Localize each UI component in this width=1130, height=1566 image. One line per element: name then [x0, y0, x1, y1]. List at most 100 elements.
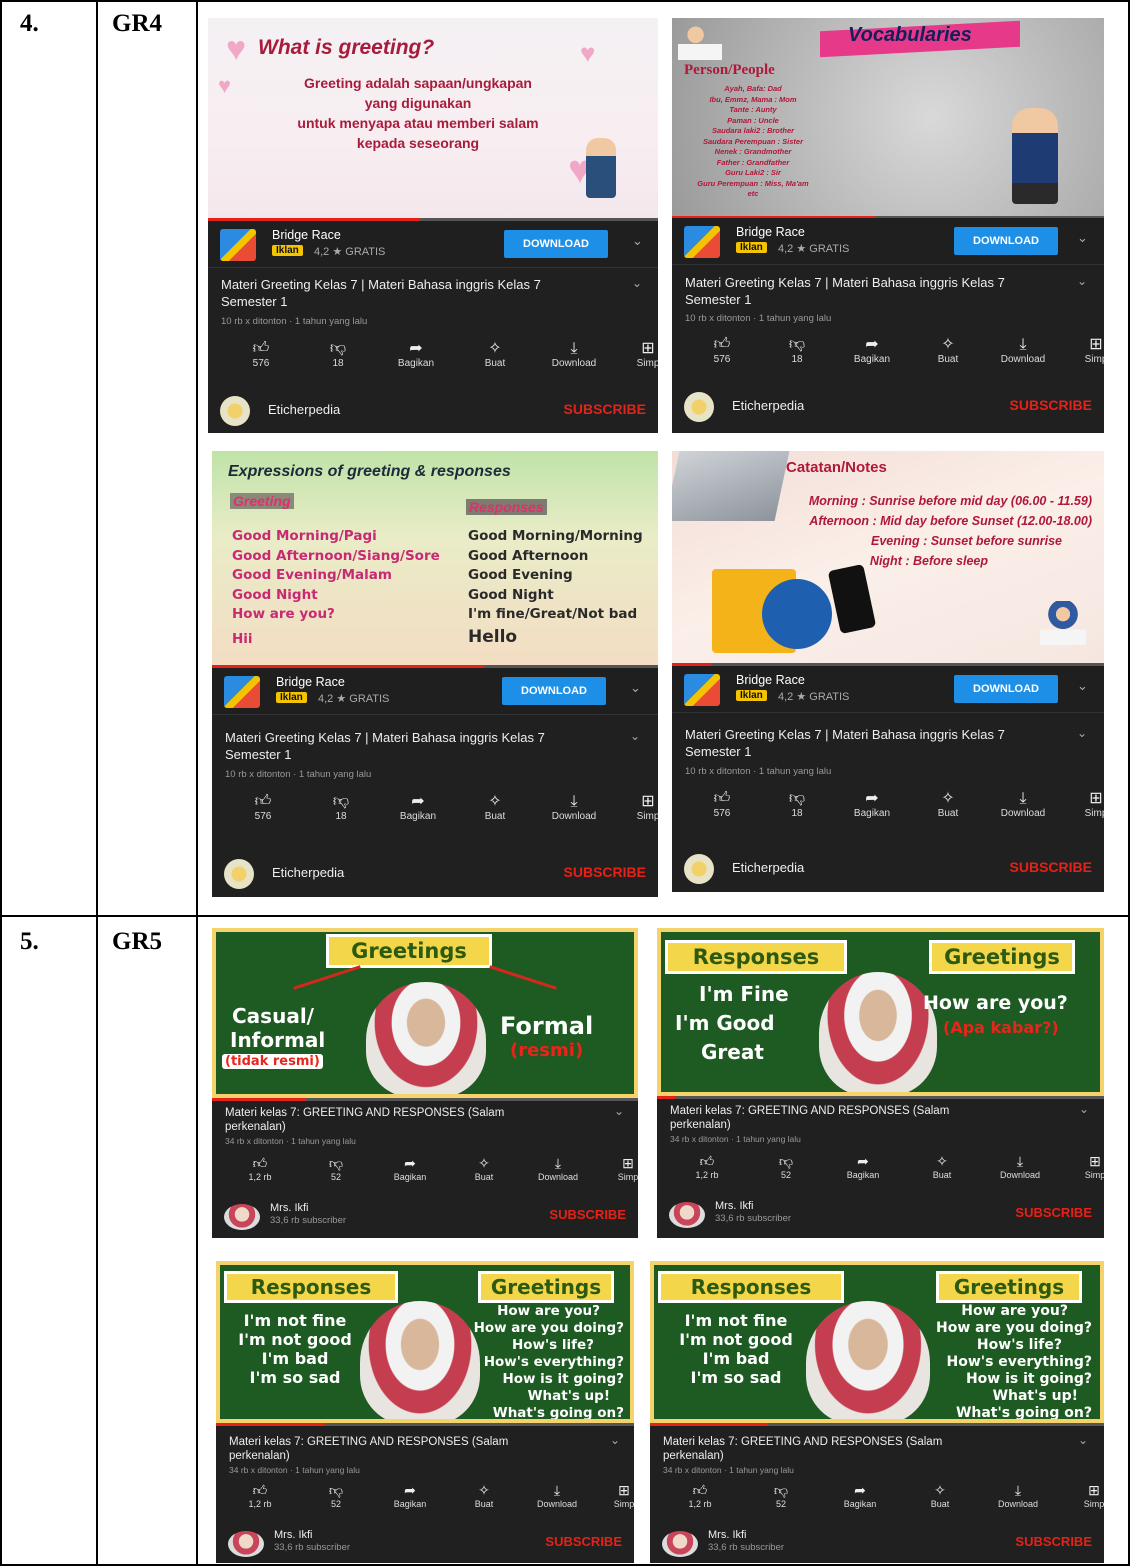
progress-bar[interactable] — [657, 1096, 1104, 1099]
download-app-button[interactable]: DOWNLOAD — [954, 227, 1058, 255]
avatar[interactable] — [684, 854, 714, 884]
channel-row[interactable]: Eticherpedia SUBSCRIBE — [208, 390, 658, 430]
channel-row[interactable]: Mrs. Ikfi 33,6 rb subscriber SUBSCRIBE — [657, 1194, 1104, 1234]
progress-bar[interactable] — [216, 1423, 634, 1426]
download-button[interactable]: ⤓ Download — [993, 336, 1053, 365]
ad-row[interactable]: Bridge Race Iklan 4,2 ★ GRATIS DOWNLOAD … — [212, 668, 658, 715]
chevron-down-icon[interactable]: ⌄ — [1077, 230, 1088, 246]
share-button[interactable]: ➦ Bagikan — [380, 1154, 440, 1182]
chevron-down-icon[interactable]: ⌄ — [1077, 274, 1087, 288]
create-button[interactable]: ✧ Buat — [465, 793, 525, 822]
download-app-button[interactable]: DOWNLOAD — [502, 677, 606, 705]
channel-row[interactable]: Mrs. Ikfi 33,6 rb subscriber SUBSCRIBE — [212, 1196, 638, 1236]
channel-name[interactable]: Mrs. Ikfi — [274, 1529, 313, 1541]
channel-name[interactable]: Eticherpedia — [732, 398, 804, 413]
chevron-down-icon[interactable]: ⌄ — [1077, 678, 1088, 694]
dislike-button[interactable]: 👎︎ 18 — [767, 790, 827, 819]
video-thumbnail[interactable]: ♥ ♥ ♥ ♥ What is greeting? Greeting adala… — [208, 18, 658, 218]
video-thumbnail[interactable]: Expressions of greeting & responses Gree… — [212, 451, 658, 665]
video-title[interactable]: Materi kelas 7: GREETING AND RESPONSES (… — [229, 1435, 508, 1463]
like-button[interactable]: 👍︎ 1,2 rb — [230, 1481, 290, 1509]
subscribe-button[interactable]: SUBSCRIBE — [545, 1534, 622, 1549]
channel-name[interactable]: Mrs. Ikfi — [270, 1202, 309, 1214]
subscribe-button[interactable]: SUBSCRIBE — [1010, 859, 1092, 875]
create-button[interactable]: ✧ Buat — [918, 336, 978, 365]
download-button[interactable]: ⤓ Download — [527, 1481, 587, 1509]
download-button[interactable]: ⤓ Download — [544, 793, 604, 822]
chevron-down-icon[interactable]: ⌄ — [1077, 726, 1087, 740]
save-button[interactable]: ⊞Simp — [1066, 336, 1104, 365]
avatar[interactable] — [228, 1531, 264, 1557]
like-button[interactable]: 👍︎ 1,2 rb — [230, 1154, 290, 1182]
like-button[interactable]: 👍︎ 1,2 rb — [670, 1481, 730, 1509]
avatar[interactable] — [669, 1202, 705, 1228]
video-thumbnail[interactable]: Responses Greetings I'm not fine I'm not… — [650, 1261, 1104, 1423]
dislike-button[interactable]: 👎︎ 52 — [751, 1481, 811, 1509]
video-thumbnail[interactable]: Responses Greetings I'm not fine I'm not… — [216, 1261, 634, 1423]
chevron-down-icon[interactable]: ⌄ — [632, 276, 642, 290]
ad-row[interactable]: Bridge Race Iklan 4,2 ★ GRATIS DOWNLOAD … — [672, 666, 1104, 713]
video-title[interactable]: Materi kelas 7: GREETING AND RESPONSES (… — [225, 1106, 504, 1134]
progress-bar[interactable] — [650, 1423, 1104, 1426]
subscribe-button[interactable]: SUBSCRIBE — [549, 1207, 626, 1222]
subscribe-button[interactable]: SUBSCRIBE — [1015, 1534, 1092, 1549]
avatar[interactable] — [224, 1204, 260, 1230]
save-button[interactable]: ⊞Simp — [1066, 790, 1104, 819]
channel-name[interactable]: Eticherpedia — [732, 860, 804, 875]
channel-row[interactable]: Mrs. Ikfi 33,6 rb subscriber SUBSCRIBE — [216, 1523, 634, 1563]
like-button[interactable]: 👍︎ 576 — [692, 790, 752, 819]
ad-row[interactable]: Bridge Race Iklan 4,2 ★ GRATIS DOWNLOAD … — [208, 221, 658, 268]
video-title[interactable]: Materi kelas 7: GREETING AND RESPONSES (… — [670, 1104, 949, 1132]
save-button[interactable]: ⊞Simp — [598, 1154, 638, 1182]
video-title[interactable]: Materi kelas 7: GREETING AND RESPONSES (… — [663, 1435, 942, 1463]
avatar[interactable] — [662, 1531, 698, 1557]
download-button[interactable]: ⤓ Download — [544, 340, 604, 369]
like-button[interactable]: 👍︎ 576 — [692, 336, 752, 365]
chevron-down-icon[interactable]: ⌄ — [614, 1104, 624, 1118]
share-button[interactable]: ➦ Bagikan — [380, 1481, 440, 1509]
chevron-down-icon[interactable]: ⌄ — [1078, 1433, 1088, 1447]
share-button[interactable]: ➦ Bagikan — [386, 340, 446, 369]
create-button[interactable]: ✧ Buat — [912, 1152, 972, 1180]
download-button[interactable]: ⤓ Download — [988, 1481, 1048, 1509]
dislike-button[interactable]: 👎︎ 52 — [756, 1152, 816, 1180]
channel-row[interactable]: Mrs. Ikfi 33,6 rb subscriber SUBSCRIBE — [650, 1523, 1104, 1563]
share-button[interactable]: ➦ Bagikan — [833, 1152, 893, 1180]
chevron-down-icon[interactable]: ⌄ — [632, 233, 643, 249]
create-button[interactable]: ✧ Buat — [910, 1481, 970, 1509]
save-button[interactable]: ⊞Simp — [618, 340, 658, 369]
save-button[interactable]: ⊞Simp — [594, 1481, 634, 1509]
channel-name[interactable]: Mrs. Ikfi — [715, 1200, 754, 1212]
dislike-button[interactable]: 👎︎ 52 — [306, 1154, 366, 1182]
chevron-down-icon[interactable]: ⌄ — [630, 680, 641, 696]
channel-row[interactable]: Eticherpedia SUBSCRIBE — [672, 386, 1104, 426]
share-button[interactable]: ➦ Bagikan — [388, 793, 448, 822]
subscribe-button[interactable]: SUBSCRIBE — [564, 401, 646, 417]
download-app-button[interactable]: DOWNLOAD — [954, 675, 1058, 703]
create-button[interactable]: ✧ Buat — [454, 1481, 514, 1509]
video-title[interactable]: Materi Greeting Kelas 7 | Materi Bahasa … — [685, 274, 1005, 308]
dislike-button[interactable]: 👎︎ 52 — [306, 1481, 366, 1509]
subscribe-button[interactable]: SUBSCRIBE — [564, 864, 646, 880]
save-button[interactable]: ⊞Simp — [1064, 1481, 1104, 1509]
save-button[interactable]: ⊞Simp — [618, 793, 658, 822]
chevron-down-icon[interactable]: ⌄ — [610, 1433, 620, 1447]
video-title[interactable]: Materi Greeting Kelas 7 | Materi Bahasa … — [225, 729, 545, 763]
channel-name[interactable]: Eticherpedia — [268, 402, 340, 417]
save-button[interactable]: ⊞Simp — [1065, 1152, 1104, 1180]
create-button[interactable]: ✧ Buat — [454, 1154, 514, 1182]
channel-row[interactable]: Eticherpedia SUBSCRIBE — [672, 848, 1104, 888]
avatar[interactable] — [224, 859, 254, 889]
like-button[interactable]: 👍︎ 576 — [231, 340, 291, 369]
like-button[interactable]: 👍︎ 576 — [233, 793, 293, 822]
channel-name[interactable]: Mrs. Ikfi — [708, 1529, 747, 1541]
subscribe-button[interactable]: SUBSCRIBE — [1015, 1205, 1092, 1220]
download-app-button[interactable]: DOWNLOAD — [504, 230, 608, 258]
share-button[interactable]: ➦ Bagikan — [842, 336, 902, 365]
video-thumbnail[interactable]: Catatan/Notes Morning : Sunrise before m… — [672, 451, 1104, 663]
subscribe-button[interactable]: SUBSCRIBE — [1010, 397, 1092, 413]
video-thumbnail[interactable]: Greetings Casual/ Informal (tidak resmi)… — [212, 928, 638, 1098]
channel-name[interactable]: Eticherpedia — [272, 865, 344, 880]
create-button[interactable]: ✧ Buat — [465, 340, 525, 369]
create-button[interactable]: ✧ Buat — [918, 790, 978, 819]
